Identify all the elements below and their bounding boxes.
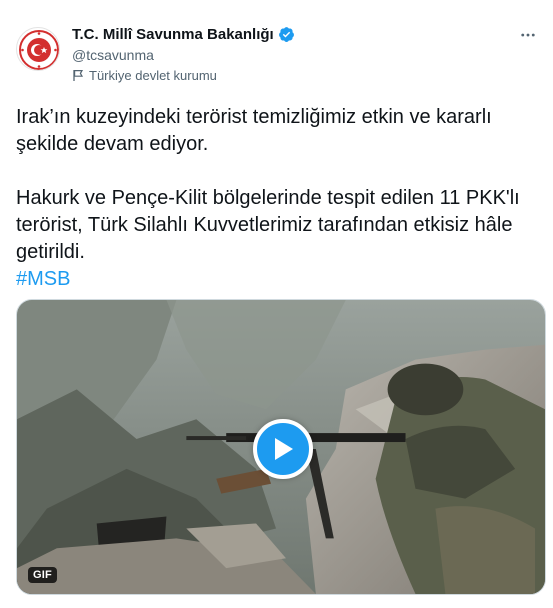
handle[interactable]: @tcsavunma (72, 47, 154, 63)
tweet-text: Irak’ın kuzeyindeki terörist temizliğimi… (16, 104, 536, 293)
more-button[interactable] (517, 24, 539, 46)
media-gif[interactable]: GIF (16, 299, 546, 595)
display-name[interactable]: T.C. Millî Savunma Bakanlığı (72, 26, 274, 43)
play-button[interactable] (253, 419, 313, 479)
tweet-card[interactable]: T.C. Millî Savunma Bakanlığı @tcsavunma … (0, 0, 553, 608)
verified-badge-icon (278, 26, 295, 43)
name-row: T.C. Millî Savunma Bakanlığı (72, 26, 295, 43)
account-label: Türkiye devlet kurumu (72, 68, 217, 83)
hashtag-link[interactable]: #MSB (16, 268, 70, 290)
account-label-text: Türkiye devlet kurumu (89, 68, 217, 83)
tweet-paragraph-2: Hakurk ve Pençe-Kilit bölgelerinde tespi… (16, 187, 520, 263)
flag-icon (72, 69, 84, 82)
tweet-paragraph-1: Irak’ın kuzeyindeki terörist temizliğimi… (16, 106, 492, 155)
more-icon (521, 33, 535, 37)
avatar[interactable] (16, 27, 60, 71)
gif-badge: GIF (28, 567, 57, 583)
play-icon (275, 438, 293, 460)
msb-logo (19, 30, 59, 70)
